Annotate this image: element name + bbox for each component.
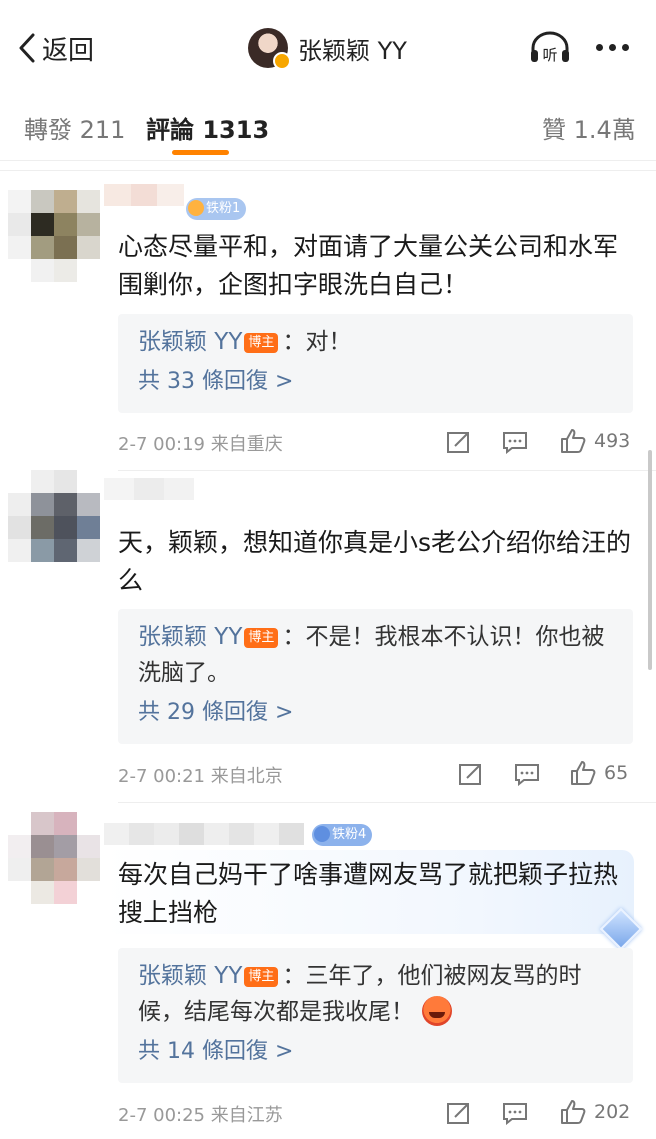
like-count: 202 xyxy=(594,1101,631,1123)
avatar[interactable] xyxy=(248,28,291,70)
avatar[interactable] xyxy=(8,812,100,904)
view-replies-link[interactable]: 共 29 條回復 > xyxy=(138,695,613,731)
tab-bar: 轉發 211 評論 1313 贊 1.4萬 xyxy=(0,86,656,161)
back-button[interactable]: 返回 xyxy=(18,28,94,68)
reply-author[interactable]: 张颖颖 YY xyxy=(138,624,242,650)
blogger-tag: 博主 xyxy=(244,333,279,353)
diamond-badge-icon xyxy=(314,826,330,842)
thumbs-up-icon xyxy=(561,429,586,453)
like-count: 493 xyxy=(594,430,631,452)
username-blurred[interactable] xyxy=(104,823,304,845)
comment-icon[interactable] xyxy=(502,1101,528,1125)
repost-icon[interactable] xyxy=(446,430,472,454)
reply-box[interactable]: 张颖颖 YY 博主 ：不是！我根本不认识！你也被洗脑了。 共 29 條回復 > xyxy=(118,609,633,744)
listen-icon[interactable]: 听 xyxy=(528,30,572,66)
username-blurred[interactable] xyxy=(104,184,185,206)
reply-box[interactable]: 张颖颖 YY 博主 ：三年了，他们被网友骂的时候，结尾每次都是我收尾！ 共 14 條… xyxy=(118,948,633,1083)
avatar[interactable] xyxy=(8,190,100,282)
blogger-tag: 博主 xyxy=(244,967,279,987)
repost-icon[interactable] xyxy=(458,762,484,786)
view-replies-link[interactable]: 共 14 條回復 > xyxy=(138,1034,613,1070)
thumbs-up-icon xyxy=(561,1100,586,1124)
tab-likes[interactable]: 贊 1.4萬 xyxy=(542,110,636,145)
fan-badge[interactable]: 铁粉1 xyxy=(186,198,247,220)
top-nav-bar: 返回 张颖颖 YY 听 xyxy=(0,0,656,86)
angry-emoji-icon xyxy=(422,996,452,1026)
listen-label: 听 xyxy=(542,46,557,64)
avatar[interactable] xyxy=(8,470,100,562)
tab-comments[interactable]: 評論 1313 xyxy=(146,110,269,145)
comment-meta: 2-7 00:21 来自北京 xyxy=(118,766,283,787)
thumbs-up-icon xyxy=(571,761,596,785)
blogger-tag: 博主 xyxy=(244,628,279,648)
like-count: 65 xyxy=(604,762,629,784)
reply-author[interactable]: 张颖颖 YY xyxy=(138,329,242,355)
comment-meta: 2-7 00:19 来自重庆 xyxy=(118,434,283,455)
tab-repost[interactable]: 轉發 211 xyxy=(24,110,125,145)
divider xyxy=(0,170,656,171)
divider xyxy=(118,802,656,803)
tab-active-indicator xyxy=(172,150,229,155)
scrollbar[interactable] xyxy=(648,450,652,670)
fan-badge[interactable]: 铁粉4 xyxy=(312,824,373,846)
comment-text: 心态尽量平和，对面请了大量公关公司和水军围剿你，企图扣字眼洗白自己！ xyxy=(118,232,619,299)
repost-icon[interactable] xyxy=(446,1101,472,1125)
comment-icon[interactable] xyxy=(514,762,540,786)
chevron-left-icon xyxy=(19,33,35,63)
like-button[interactable]: 65 xyxy=(570,760,628,786)
like-button[interactable]: 202 xyxy=(560,1099,630,1125)
comment-text: 天，颖颖，想知道你真是小s老公介绍你给汪的么 xyxy=(118,528,632,595)
crown-icon xyxy=(188,200,204,216)
like-button[interactable]: 493 xyxy=(560,428,630,454)
reply-text: ：对！ xyxy=(282,329,352,355)
comment-icon[interactable] xyxy=(502,430,528,454)
comment-meta: 2-7 00:25 来自江苏 xyxy=(118,1105,283,1126)
verified-badge-icon xyxy=(273,52,291,70)
back-label: 返回 xyxy=(42,35,95,66)
reply-author[interactable]: 张颖颖 YY xyxy=(138,963,242,989)
profile-header[interactable]: 张颖颖 YY xyxy=(248,28,407,70)
comment-text: 每次自己妈干了啥事遭网友骂了就把颖子拉热搜上挡枪 xyxy=(118,860,619,927)
reply-box[interactable]: 张颖颖 YY 博主 ：对！ 共 33 條回復 > xyxy=(118,314,633,413)
page-title: 张颖颖 YY xyxy=(298,36,407,65)
view-replies-link[interactable]: 共 33 條回復 > xyxy=(138,364,613,400)
divider xyxy=(118,470,656,471)
more-options-icon[interactable] xyxy=(596,44,629,51)
username-blurred[interactable] xyxy=(104,478,194,500)
